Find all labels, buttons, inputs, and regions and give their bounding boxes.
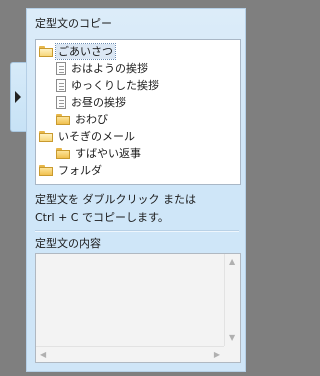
scroll-down-arrow-icon[interactable]: ▼: [229, 334, 235, 342]
tree-item-label: フォルダ: [58, 163, 102, 177]
template-content-box[interactable]: ▲ ▼ ◀ ▶: [35, 253, 241, 363]
tree-item-label: おわび: [75, 112, 108, 126]
tree-item-label: すばやい返事: [75, 146, 141, 160]
content-section-title: 定型文の内容: [35, 237, 101, 250]
tree-item-folder[interactable]: フォルダ: [39, 162, 104, 178]
tree-item-noon-greeting[interactable]: お昼の挨拶: [56, 94, 128, 110]
scroll-left-arrow-icon[interactable]: ◀: [40, 351, 46, 359]
folder-open-icon: [39, 130, 53, 142]
help-line-2: Ctrl + C でコピーします。: [35, 211, 169, 224]
tree-item-quick-reply[interactable]: すばやい返事: [56, 145, 143, 161]
tree-item-label: おはようの挨拶: [71, 61, 148, 75]
tree-item-morning-greeting[interactable]: おはようの挨拶: [56, 60, 150, 76]
help-line-1: 定型文を ダブルクリック または: [35, 193, 196, 206]
tree-item-label: お昼の挨拶: [71, 95, 126, 109]
template-tree[interactable]: ごあいさつ おはようの挨拶 ゆっくりした挨拶 お昼の挨拶 おわび いそぎのメール…: [35, 39, 241, 185]
document-icon: [56, 78, 66, 92]
horizontal-scrollbar[interactable]: ◀ ▶: [36, 346, 224, 362]
document-icon: [56, 95, 66, 109]
template-panel: 定型文のコピー ごあいさつ おはようの挨拶 ゆっくりした挨拶 お昼の挨拶 おわび…: [26, 8, 246, 372]
chevron-right-icon: [15, 91, 21, 103]
tree-item-urgent-mail[interactable]: いそぎのメール: [39, 128, 137, 144]
scroll-up-arrow-icon[interactable]: ▲: [229, 258, 235, 266]
folder-icon: [56, 113, 70, 125]
vertical-scrollbar[interactable]: ▲ ▼: [224, 254, 240, 346]
scrollbar-corner: [224, 346, 240, 362]
tree-item-label: ごあいさつ: [55, 42, 116, 60]
tree-item-label: いそぎのメール: [58, 129, 135, 143]
scroll-right-arrow-icon[interactable]: ▶: [214, 351, 220, 359]
section-divider: [35, 230, 239, 232]
copy-section-title: 定型文のコピー: [35, 17, 112, 30]
tree-item-label: ゆっくりした挨拶: [71, 78, 159, 92]
tree-item-greetings[interactable]: ごあいさつ: [39, 42, 116, 60]
tree-item-apology[interactable]: おわび: [56, 111, 110, 127]
folder-open-icon: [39, 45, 53, 57]
folder-icon: [39, 164, 53, 176]
help-text: 定型文を ダブルクリック または Ctrl + C でコピーします。: [35, 191, 241, 227]
document-icon: [56, 61, 66, 75]
tree-item-relaxed-greeting[interactable]: ゆっくりした挨拶: [56, 77, 161, 93]
collapse-panel-tab[interactable]: [10, 62, 26, 132]
left-gutter: [0, 0, 10, 376]
folder-icon: [56, 147, 70, 159]
